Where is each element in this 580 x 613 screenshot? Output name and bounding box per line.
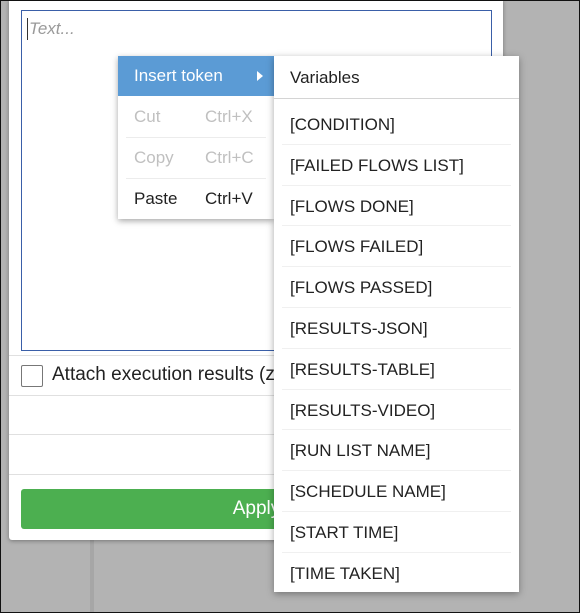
token-menu-item[interactable]: [RESULTS-JSON] xyxy=(274,308,519,348)
menu-item-paste[interactable]: Paste Ctrl+V xyxy=(118,179,274,219)
menu-item-shortcut: Ctrl+V xyxy=(205,189,253,208)
token-label: [FLOWS PASSED] xyxy=(290,278,433,297)
menu-item-label: Insert token xyxy=(134,66,223,85)
attach-results-label[interactable]: Attach execution results (zip) xyxy=(52,364,296,386)
token-label: [START TIME] xyxy=(290,523,399,542)
menu-item-label: Paste xyxy=(134,189,178,208)
token-menu-item[interactable]: [SCHEDULE NAME] xyxy=(274,471,519,511)
chevron-right-icon xyxy=(257,71,263,81)
menu-item-shortcut: Ctrl+C xyxy=(205,148,254,167)
token-label: [RESULTS-JSON] xyxy=(290,319,428,338)
token-menu-item[interactable]: [FLOWS PASSED] xyxy=(274,267,519,307)
menu-item-copy[interactable]: Copy Ctrl+C xyxy=(118,138,274,178)
token-menu-item[interactable]: [RUN LIST NAME] xyxy=(274,430,519,470)
menu-item-label: Copy xyxy=(134,148,174,167)
submenu-header-label: Variables xyxy=(290,68,360,87)
menu-item-cut[interactable]: Cut Ctrl+X xyxy=(118,97,274,137)
token-menu-item[interactable]: [RESULTS-VIDEO] xyxy=(274,390,519,430)
token-menu-item[interactable]: [TIME TAKEN] xyxy=(274,553,519,593)
token-menu-item[interactable]: [RESULTS-TABLE] xyxy=(274,349,519,389)
token-label: [FLOWS FAILED] xyxy=(290,237,424,256)
token-label: [SCHEDULE NAME] xyxy=(290,482,446,501)
menu-item-label: Cut xyxy=(134,107,161,126)
token-label: [FLOWS DONE] xyxy=(290,197,414,216)
menu-item-shortcut: Ctrl+X xyxy=(205,107,253,126)
token-label: [TIME TAKEN] xyxy=(290,564,400,583)
token-menu-item[interactable]: [FAILED FLOWS LIST] xyxy=(274,145,519,185)
token-menu-item[interactable]: [START TIME] xyxy=(274,512,519,552)
token-label: [RESULTS-VIDEO] xyxy=(290,401,436,420)
submenu-header: Variables xyxy=(274,56,519,99)
attach-results-checkbox[interactable] xyxy=(21,365,43,387)
context-menu: Insert token Cut Ctrl+X Copy Ctrl+C Past… xyxy=(118,56,274,219)
token-label: [CONDITION] xyxy=(290,115,395,134)
insert-token-submenu: Variables [CONDITION] [FAILED FLOWS LIST]… xyxy=(274,56,519,592)
token-menu-item[interactable]: [FLOWS DONE] xyxy=(274,186,519,226)
textarea-placeholder: Text... xyxy=(29,19,75,38)
text-caret xyxy=(27,18,28,40)
token-menu-item[interactable]: [FLOWS FAILED] xyxy=(274,226,519,266)
token-label: [FAILED FLOWS LIST] xyxy=(290,156,464,175)
token-label: [RESULTS-TABLE] xyxy=(290,360,435,379)
token-menu-item[interactable]: [CONDITION] xyxy=(274,104,519,144)
token-label: [RUN LIST NAME] xyxy=(290,441,431,460)
menu-item-insert-token[interactable]: Insert token xyxy=(118,56,274,96)
